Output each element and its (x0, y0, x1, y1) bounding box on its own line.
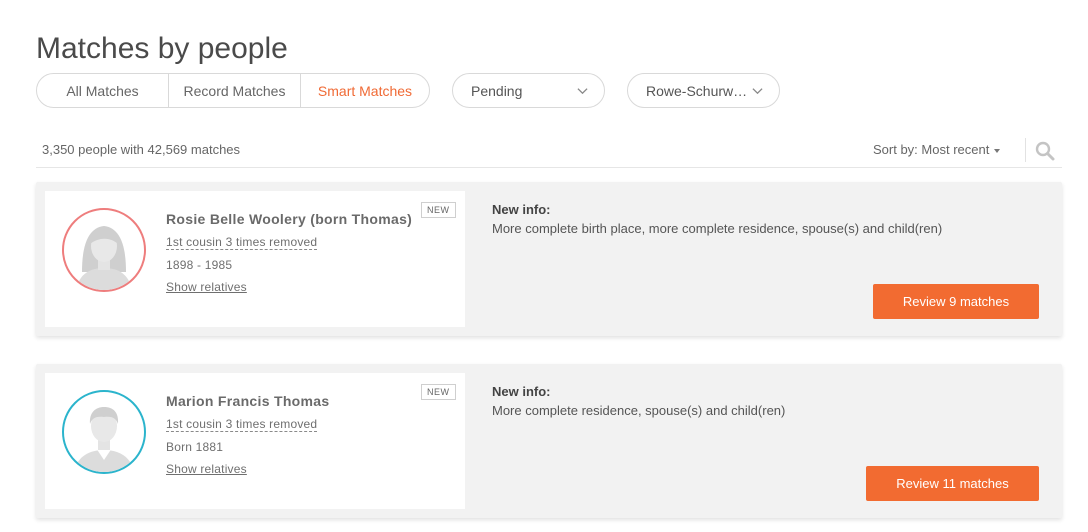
female-silhouette-icon (76, 226, 132, 290)
tab-smart-matches[interactable]: Smart Matches (301, 74, 429, 107)
life-dates: Born 1881 (166, 440, 224, 454)
review-matches-button[interactable]: Review 11 matches (866, 466, 1039, 501)
caret-down-icon (994, 148, 1001, 153)
divider (1025, 138, 1026, 162)
chevron-down-icon (752, 88, 763, 95)
chevron-down-icon (577, 88, 588, 95)
info-text: More complete birth place, more complete… (492, 221, 943, 236)
sort-value: Most recent (921, 142, 990, 157)
tab-record-matches[interactable]: Record Matches (169, 74, 301, 107)
relationship-link[interactable]: 1st cousin 3 times removed (166, 235, 318, 250)
page-title: Matches by people (36, 32, 288, 66)
info-title: New info: (492, 384, 551, 399)
relationship-link[interactable]: 1st cousin 3 times removed (166, 417, 318, 432)
avatar (62, 208, 146, 292)
status-dropdown[interactable]: Pending (452, 73, 605, 108)
new-badge: NEW (421, 202, 456, 218)
tab-all-matches[interactable]: All Matches (37, 74, 169, 107)
review-matches-button[interactable]: Review 9 matches (873, 284, 1039, 319)
status-dropdown-value: Pending (471, 82, 523, 99)
results-summary: 3,350 people with 42,569 matches (42, 142, 241, 157)
avatar (62, 390, 146, 474)
person-panel: Marion Francis Thomas 1st cousin 3 times… (45, 373, 465, 509)
sort-dropdown[interactable]: Sort by: Most recent (873, 142, 1001, 157)
search-icon[interactable] (1034, 140, 1056, 162)
person-panel: Rosie Belle Woolery (born Thomas) 1st co… (45, 191, 465, 327)
sort-label: Sort by: (873, 142, 918, 157)
tree-dropdown[interactable]: Rowe-Schurw… (627, 73, 780, 108)
person-name[interactable]: Rosie Belle Woolery (born Thomas) (166, 211, 412, 227)
match-card: Rosie Belle Woolery (born Thomas) 1st co… (36, 182, 1062, 336)
person-name[interactable]: Marion Francis Thomas (166, 393, 329, 409)
divider (36, 167, 1062, 168)
new-badge: NEW (421, 384, 456, 400)
male-silhouette-icon (74, 407, 134, 472)
match-type-tabs: All Matches Record Matches Smart Matches (36, 73, 430, 108)
info-text: More complete residence, spouse(s) and c… (492, 403, 786, 418)
tree-dropdown-value: Rowe-Schurw… (646, 82, 748, 99)
info-title: New info: (492, 202, 551, 217)
show-relatives-link[interactable]: Show relatives (166, 462, 247, 476)
show-relatives-link[interactable]: Show relatives (166, 280, 247, 294)
life-dates: 1898 - 1985 (166, 258, 233, 272)
match-card: Marion Francis Thomas 1st cousin 3 times… (36, 364, 1062, 518)
